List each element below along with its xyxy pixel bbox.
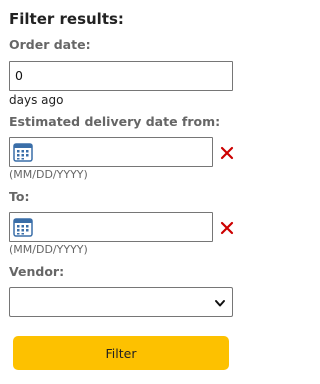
order-date-value: 0 [15, 68, 23, 83]
delivery-from-input[interactable] [9, 137, 213, 167]
order-date-suffix: days ago [9, 93, 64, 107]
clear-to-date-icon[interactable] [220, 221, 234, 235]
delivery-to-label: To: [9, 189, 30, 204]
order-date-label: Order date: [9, 37, 91, 52]
delivery-from-hint: (MM/DD/YYYY) [9, 168, 88, 181]
delivery-to-input[interactable] [9, 212, 213, 242]
delivery-to-hint: (MM/DD/YYYY) [9, 243, 88, 256]
calendar-icon[interactable] [13, 217, 33, 237]
vendor-label: Vendor: [9, 264, 65, 279]
calendar-icon[interactable] [13, 142, 33, 162]
filter-button[interactable]: Filter [13, 336, 229, 370]
clear-from-date-icon[interactable] [220, 146, 234, 160]
order-date-input[interactable]: 0 [9, 61, 233, 91]
chevron-down-icon [215, 300, 225, 307]
panel-title: Filter results: [9, 10, 124, 28]
delivery-from-label: Estimated delivery date from: [9, 114, 221, 129]
vendor-select[interactable] [9, 287, 233, 317]
